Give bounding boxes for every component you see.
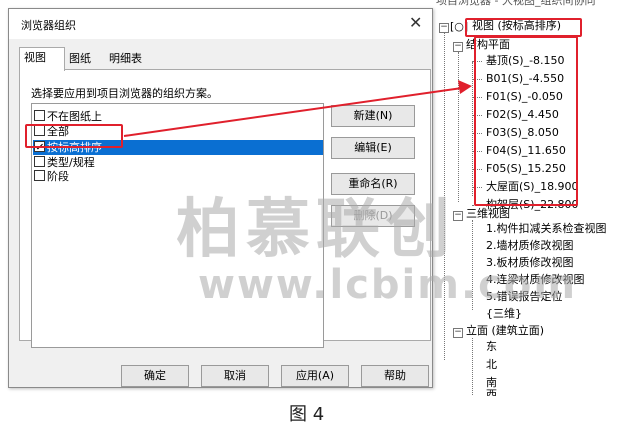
watermark-brand: 柏慕联创: [176, 193, 456, 267]
watermark-url: www.lcbim.com: [198, 262, 578, 308]
figure-caption: 图 4: [289, 404, 325, 425]
